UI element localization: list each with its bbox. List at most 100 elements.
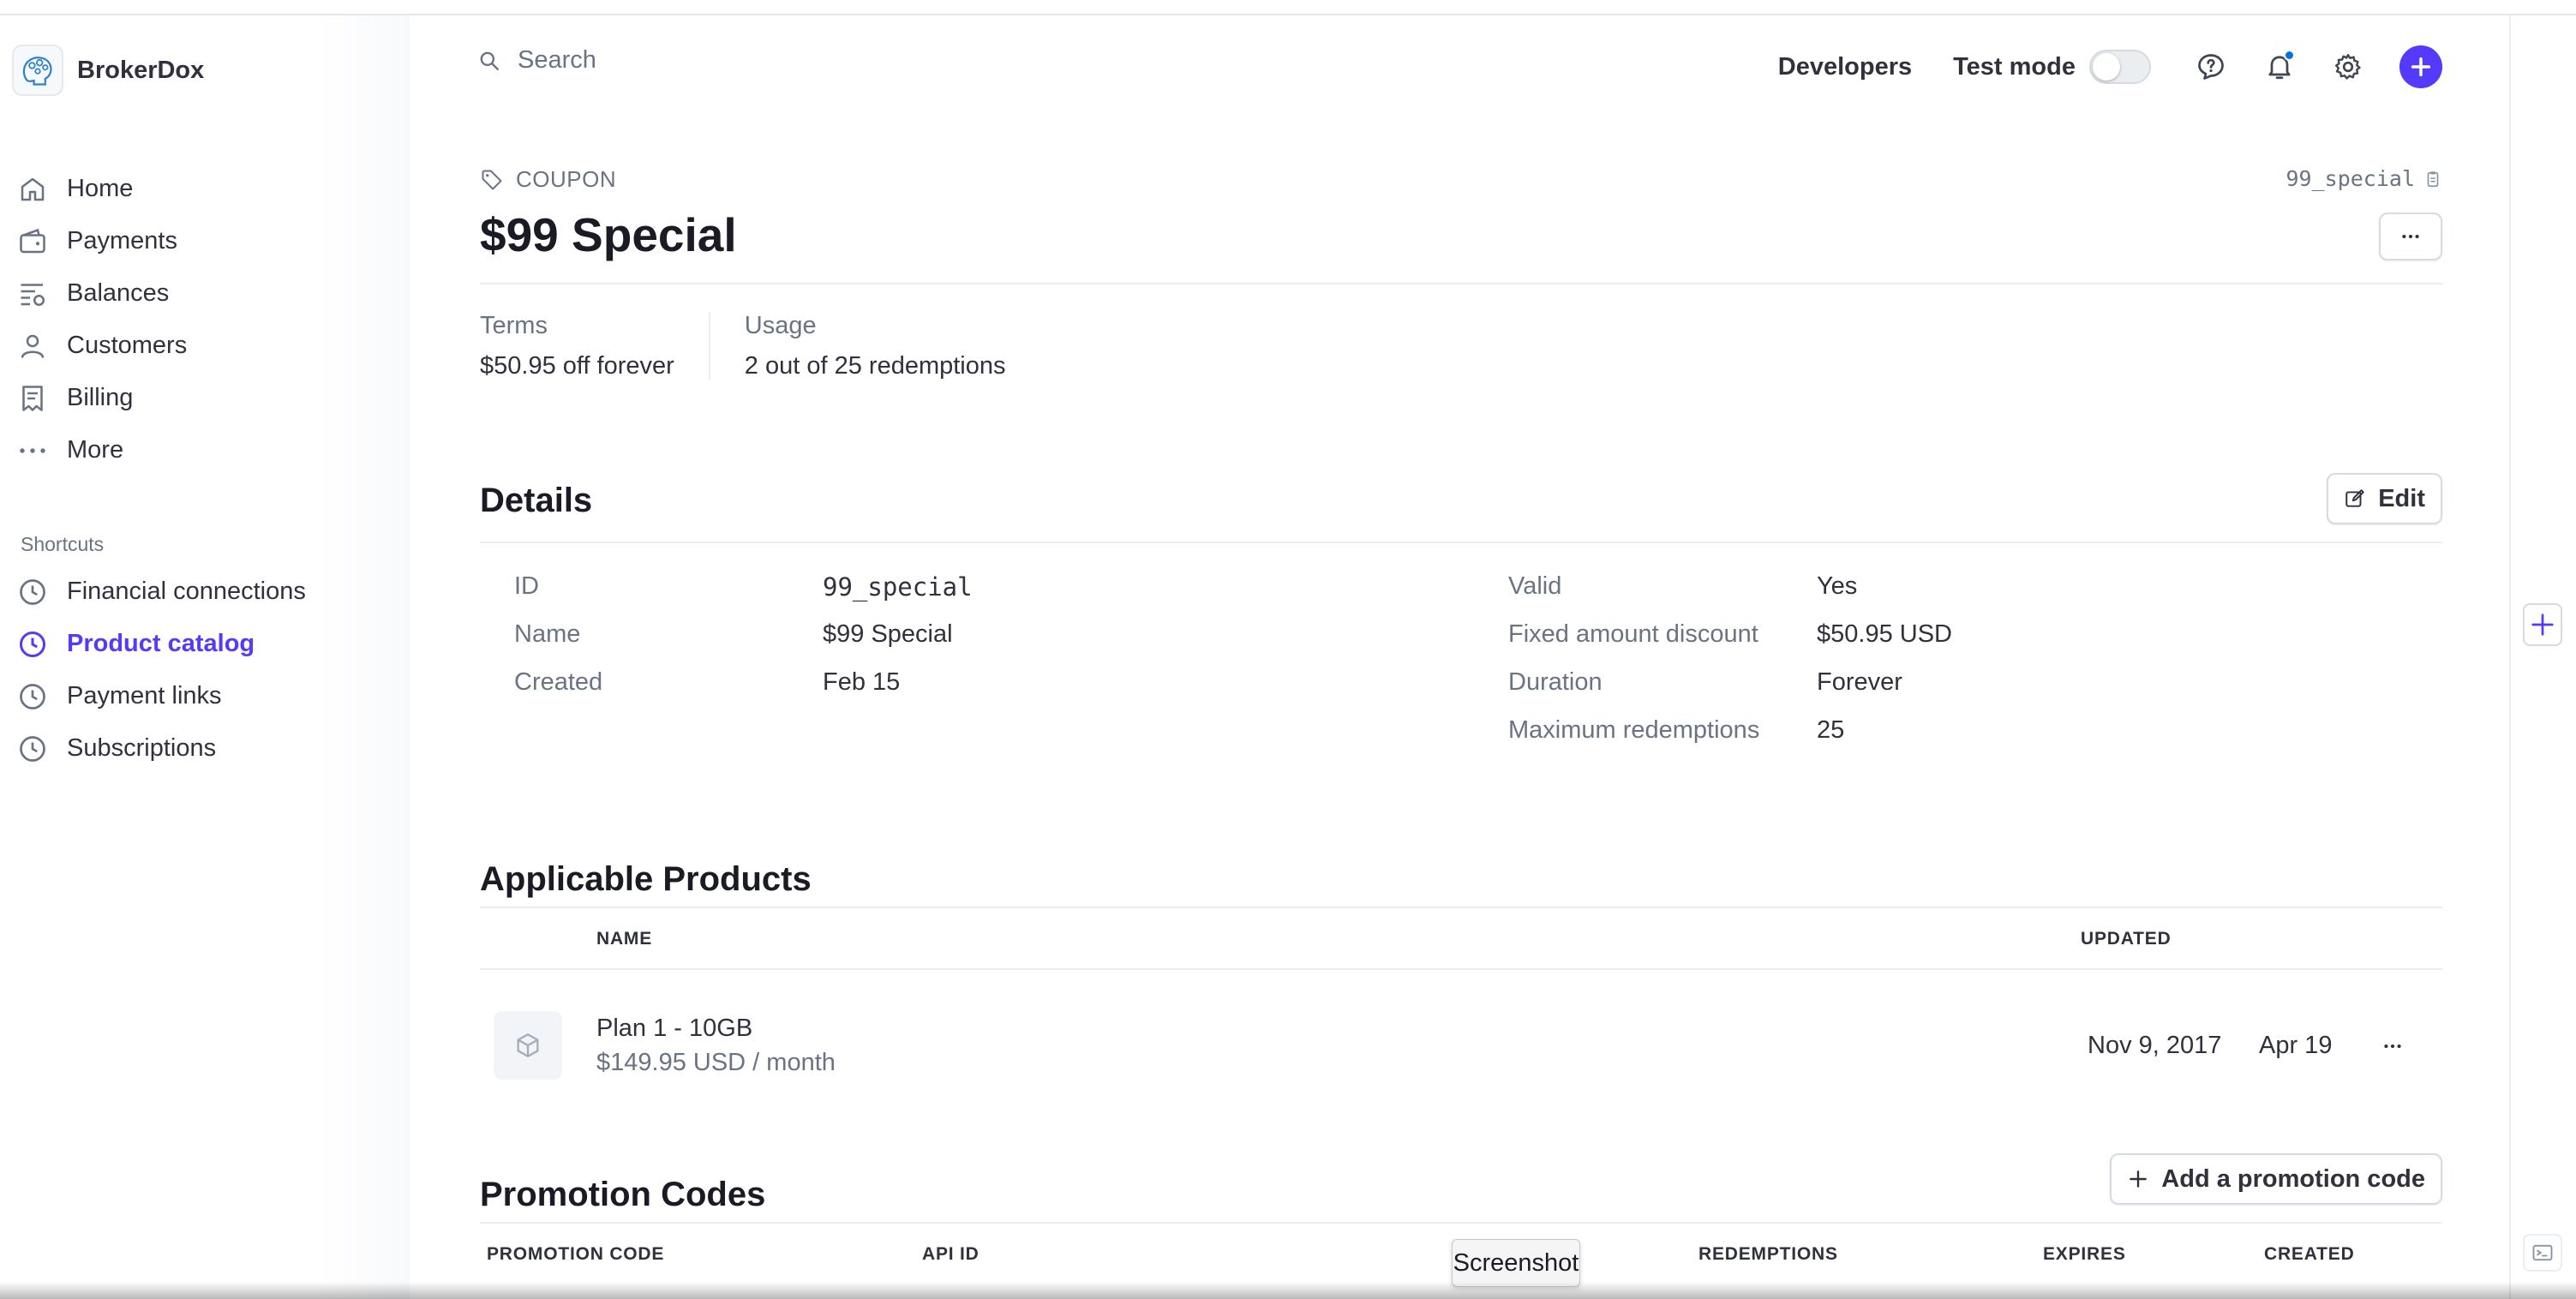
- column-header-promotion-code: PROMOTION CODE: [487, 1244, 665, 1264]
- plus-icon: [2531, 614, 2554, 636]
- test-mode-toggle[interactable]: [2089, 50, 2151, 84]
- summary-usage: Usage 2 out of 25 redemptions: [708, 312, 1040, 380]
- usage-value: 2 out of 25 redemptions: [744, 352, 1006, 380]
- detail-value: Yes: [1817, 572, 1858, 600]
- sidebar-item-more[interactable]: More: [17, 424, 187, 476]
- terms-value: $50.95 off forever: [480, 352, 674, 380]
- person-icon: [21, 334, 45, 358]
- details-heading: Details: [480, 482, 593, 519]
- sidebar-item-billing[interactable]: Billing: [17, 372, 187, 424]
- detail-label: Valid: [1508, 572, 1562, 600]
- help-button[interactable]: [2194, 50, 2228, 84]
- screenshot-tooltip: Screenshot: [1452, 1239, 1580, 1287]
- sidebar-item-label: Customers: [67, 332, 188, 359]
- window-top-edge: [0, 0, 2576, 15]
- settings-button[interactable]: [2331, 50, 2365, 84]
- clock-icon: [20, 578, 45, 605]
- detail-label: Fixed amount discount: [1508, 620, 1758, 648]
- promotion-codes-heading: Promotion Codes: [480, 1176, 766, 1213]
- detail-value: 99_special: [823, 572, 973, 602]
- more-actions-button[interactable]: [2379, 213, 2442, 260]
- shortcut-subscriptions[interactable]: Subscriptions: [17, 722, 306, 775]
- row-more-button[interactable]: [2375, 1033, 2410, 1059]
- ellipsis-icon: [20, 447, 45, 453]
- coupon-summary: Terms $50.95 off forever Usage 2 out of …: [480, 312, 1040, 380]
- applicable-products-heading: Applicable Products: [480, 860, 812, 898]
- brain-logo-icon: [22, 57, 52, 86]
- edit-button[interactable]: Edit: [2327, 473, 2442, 524]
- notifications-button[interactable]: [2262, 50, 2297, 84]
- divider: [480, 283, 2442, 284]
- sidebar-item-payments[interactable]: Payments: [17, 215, 187, 267]
- box-icon: [517, 1033, 539, 1057]
- help-icon: [2198, 54, 2224, 80]
- divider: [480, 968, 2442, 970]
- detail-value: Forever: [1817, 668, 1902, 696]
- shortcut-product-catalog[interactable]: Product catalog: [17, 618, 306, 670]
- gear-icon: [2335, 54, 2361, 80]
- clock-icon: [20, 631, 45, 657]
- detail-label: Name: [514, 620, 581, 648]
- search-icon: [480, 51, 499, 70]
- edit-icon: [2345, 489, 2364, 507]
- column-header-api-id: API ID: [922, 1244, 979, 1264]
- ellipsis-icon: [2384, 1044, 2401, 1049]
- shortcuts-nav: Financial connections Product catalog Pa…: [17, 566, 306, 775]
- test-mode-label: Test mode: [1953, 52, 2076, 81]
- kicker-text: COUPON: [516, 166, 617, 192]
- coupon-id-copy[interactable]: 99_special: [2285, 166, 2442, 191]
- add-promotion-code-button[interactable]: Add a promotion code: [2110, 1153, 2442, 1205]
- ellipsis-icon: [2402, 234, 2419, 239]
- developers-link[interactable]: Developers: [1778, 53, 1912, 81]
- receipt-icon: [22, 385, 43, 411]
- table-row[interactable]: Plan 1 - 10GB $149.95 USD / month Nov 9,…: [480, 985, 2442, 1105]
- sidebar-item-label: Billing: [67, 384, 134, 411]
- usage-label: Usage: [744, 312, 817, 339]
- sidebar-item-label: Payments: [67, 227, 177, 254]
- search-placeholder: Search: [518, 46, 596, 74]
- detail-value: $99 Special: [823, 620, 953, 648]
- product-date: Nov 9, 2017: [2088, 1032, 2222, 1059]
- plus-icon: [2411, 57, 2431, 77]
- sidebar-item-customers[interactable]: Customers: [17, 320, 187, 372]
- divider: [480, 1222, 2442, 1224]
- sidebar-item-home[interactable]: Home: [17, 163, 187, 215]
- page-title: $99 Special: [480, 208, 737, 261]
- shortcut-label: Payment links: [67, 682, 222, 709]
- product-thumbnail: [494, 1011, 562, 1080]
- shortcut-label: Financial connections: [67, 578, 306, 605]
- shortcut-label: Subscriptions: [67, 734, 217, 762]
- detail-value: Feb 15: [823, 668, 901, 696]
- search-bar[interactable]: Search: [478, 46, 596, 75]
- product-updated: Apr 19: [2259, 1032, 2333, 1059]
- shortcuts-heading: Shortcuts: [21, 533, 105, 555]
- edit-label: Edit: [2378, 484, 2425, 512]
- tag-icon: [482, 170, 502, 189]
- rail-terminal-button[interactable]: [2523, 1234, 2562, 1272]
- column-header-name: NAME: [596, 929, 653, 949]
- shortcut-financial-connections[interactable]: Financial connections: [17, 566, 306, 618]
- sidebar: BrokerDox Home Payments Balances Custome…: [0, 15, 410, 1299]
- detail-label: Created: [514, 668, 603, 696]
- rail-add-button[interactable]: [2523, 603, 2562, 646]
- detail-label: Maximum redemptions: [1508, 716, 1760, 744]
- shortcut-payment-links[interactable]: Payment links: [17, 670, 306, 722]
- notification-dot: [2284, 50, 2295, 61]
- primary-nav: Home Payments Balances Customers Billing…: [17, 163, 187, 476]
- clock-icon: [20, 683, 45, 709]
- create-button[interactable]: [2399, 45, 2442, 88]
- divider: [480, 542, 2442, 543]
- detail-value: 25: [1817, 716, 1845, 744]
- divider: [480, 907, 2442, 908]
- summary-terms: Terms $50.95 off forever: [480, 312, 709, 380]
- column-header-created: CREATED: [2264, 1244, 2355, 1264]
- bottom-edge-shadow: [0, 1282, 2576, 1299]
- brand-logo: [12, 45, 63, 96]
- add-promotion-code-label: Add a promotion code: [2161, 1164, 2425, 1193]
- brand[interactable]: BrokerDox: [12, 45, 204, 96]
- home-icon: [21, 177, 45, 201]
- sidebar-item-balances[interactable]: Balances: [17, 267, 187, 320]
- product-name: Plan 1 - 10GB: [596, 1015, 753, 1042]
- column-header-redemptions: REDEMPTIONS: [1698, 1244, 1838, 1264]
- balances-icon: [21, 283, 45, 306]
